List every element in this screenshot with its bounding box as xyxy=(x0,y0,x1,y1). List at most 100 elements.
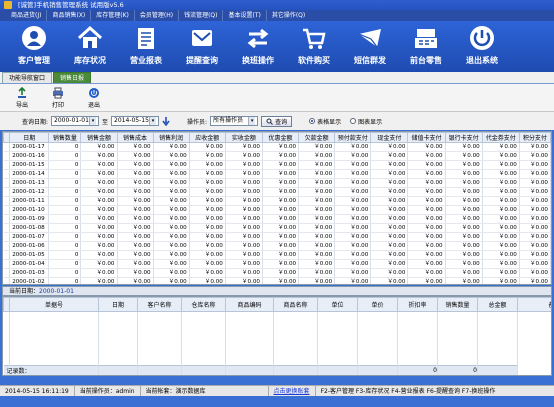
menu-item-0[interactable]: 商品进货(J) xyxy=(6,10,48,21)
table-row[interactable]: 2000-01-06 0 ￥0.00 ￥0.00 ￥0.00 ￥0.00 ￥0.00 ￥0.0… xyxy=(3,241,551,251)
table-cell: ￥0.00 xyxy=(153,277,190,284)
table-row[interactable]: 2000-01-17 0 ￥0.00 ￥0.00 ￥0.00 ￥0.00 ￥0.00 ￥0.0… xyxy=(3,142,551,152)
switch-account-link[interactable]: 点击更换账套 xyxy=(269,385,316,397)
date-to-picker[interactable]: 2014-05-15 ▾ xyxy=(111,116,160,126)
table-cell: ￥0.00 xyxy=(445,214,483,224)
print-button[interactable]: 打印 xyxy=(46,84,70,111)
empty-cell xyxy=(477,329,518,339)
app-icon xyxy=(4,1,12,9)
column-header[interactable]: 单据号 xyxy=(9,297,99,312)
query-button[interactable]: 查询 xyxy=(261,115,293,127)
detail-grid[interactable]: 单据号日期客户名称仓库名称商品编码商品名称单位单价折扣率销售数量总金额备注 记录… xyxy=(2,296,552,376)
table-row[interactable]: 2000-01-04 0 ￥0.00 ￥0.00 ￥0.00 ￥0.00 ￥0.00 ￥0.0… xyxy=(3,259,551,269)
column-header[interactable]: 现金支付 xyxy=(370,132,409,143)
report-nav-button[interactable]: 营业报表 xyxy=(118,21,174,72)
table-row[interactable]: 2000-01-03 0 ￥0.00 ￥0.00 ￥0.00 ￥0.00 ￥0.00 ￥0.0… xyxy=(3,268,551,278)
bell-nav-button[interactable]: 提醒查询 xyxy=(174,21,230,72)
column-header[interactable]: 日期 xyxy=(98,297,138,312)
menu-item-2[interactable]: 库存管理(K) xyxy=(91,10,135,21)
menu-item-3[interactable]: 会员管理(H) xyxy=(135,10,180,21)
column-header[interactable]: 商品名称 xyxy=(273,297,318,312)
column-header[interactable]: 销售成本 xyxy=(116,132,154,143)
table-row[interactable]: 2000-01-08 0 ￥0.00 ￥0.00 ￥0.00 ￥0.00 ￥0.00 ￥0.0… xyxy=(3,223,551,233)
house-nav-button[interactable]: 库存状况 xyxy=(62,21,118,72)
table-row[interactable]: 2000-01-10 0 ￥0.00 ￥0.00 ￥0.00 ￥0.00 ￥0.00 ￥0.0… xyxy=(3,205,551,215)
column-header[interactable]: 欠款金额 xyxy=(298,132,336,143)
table-cell: 2000-01-12 xyxy=(9,187,50,197)
daily-sales-grid[interactable]: 日期 销售数量 销售金额 销售成本 销售利润 应收金额 实收金额 优惠金额 欠款金额 预付款支付现… xyxy=(2,131,552,285)
table-row[interactable]: 2000-01-09 0 ￥0.00 ￥0.00 ￥0.00 ￥0.00 ￥0.00 ￥0.0… xyxy=(3,214,551,224)
record-count-amount: 0 xyxy=(437,365,478,375)
table-cell: ￥0.00 xyxy=(334,259,372,269)
column-header[interactable]: 仓库名称 xyxy=(181,297,226,312)
column-header[interactable]: 积分支付 xyxy=(518,132,551,143)
table-cell: 2000-01-02 xyxy=(9,277,50,284)
table-cell: 0 xyxy=(48,268,82,278)
column-header[interactable]: 日期 xyxy=(9,132,50,143)
table-cell: ￥0.00 xyxy=(153,178,190,188)
column-header[interactable]: 实收金额 xyxy=(224,132,263,143)
table-cell: ￥0.00 xyxy=(519,214,551,224)
column-header[interactable]: 应收金额 xyxy=(188,132,226,143)
chart-view-radio[interactable]: 图表显示 xyxy=(350,117,382,126)
table-cell: ￥0.00 xyxy=(445,151,483,161)
table-row[interactable]: 2000-01-16 0 ￥0.00 ￥0.00 ￥0.00 ￥0.00 ￥0.00 ￥0.0… xyxy=(3,151,551,161)
cart-nav-button[interactable]: 软件购买 xyxy=(286,21,342,72)
record-count-sales: 0 xyxy=(397,365,438,375)
column-header[interactable]: 销售数量 xyxy=(48,132,82,143)
table-row[interactable]: 2000-01-15 0 ￥0.00 ￥0.00 ￥0.00 ￥0.00 ￥0.00 ￥0.0… xyxy=(3,160,551,170)
column-header[interactable]: 客户名称 xyxy=(137,297,182,312)
column-header[interactable]: 销售数量 xyxy=(437,297,478,312)
arrow-down-icon[interactable] xyxy=(162,116,170,126)
menu-item-4[interactable]: 钱流管理(Q) xyxy=(179,10,224,21)
table-row[interactable]: 2000-01-11 0 ￥0.00 ￥0.00 ￥0.00 ￥0.00 ￥0.00 ￥0.0… xyxy=(3,196,551,206)
table-row[interactable]: 2000-01-02 0 ￥0.00 ￥0.00 ￥0.00 ￥0.00 ￥0.00 ￥0.0… xyxy=(3,277,551,284)
empty-cell xyxy=(357,338,398,348)
column-header[interactable]: 代金券支付 xyxy=(481,132,520,143)
column-header[interactable]: 备注 xyxy=(517,297,551,312)
exit-button[interactable]: 退出 xyxy=(82,84,106,111)
operator-select[interactable]: 所有操作员 ▾ xyxy=(210,116,259,126)
table-row[interactable]: 2000-01-05 0 ￥0.00 ￥0.00 ￥0.00 ￥0.00 ￥0.00 ￥0.0… xyxy=(3,250,551,260)
column-header[interactable]: 销售金额 xyxy=(80,132,118,143)
column-header[interactable]: 预付款支付 xyxy=(334,132,372,143)
table-cell: ￥0.00 xyxy=(189,250,226,260)
empty-cell xyxy=(397,356,438,366)
column-header[interactable]: 储值卡支付 xyxy=(407,132,446,143)
table-cell: ￥0.00 xyxy=(407,178,446,188)
menu-item-6[interactable]: 其它操作(Q) xyxy=(267,10,310,21)
column-header[interactable]: 单价 xyxy=(357,297,398,312)
column-header[interactable]: 优惠金额 xyxy=(261,132,300,143)
table-cell: ￥0.00 xyxy=(262,142,300,152)
envelope-nav-button[interactable]: 短信群发 xyxy=(342,21,398,72)
table-cell: ￥0.00 xyxy=(482,196,520,206)
column-header[interactable]: 销售利润 xyxy=(152,132,190,143)
empty-cell xyxy=(397,311,438,321)
menu-item-1[interactable]: 商品销售(X) xyxy=(47,10,92,21)
column-header[interactable]: 商品编码 xyxy=(225,297,274,312)
nav-button-label: 前台零售 xyxy=(410,56,442,65)
column-header[interactable]: 总金额 xyxy=(477,297,518,312)
date-from-picker[interactable]: 2000-01-01 ▾ xyxy=(51,116,100,126)
tab-daily-sales-report[interactable]: 销售日报 xyxy=(53,72,92,83)
person-nav-button[interactable]: 客户管理 xyxy=(6,21,62,72)
column-header[interactable]: 银行卡支付 xyxy=(444,132,483,143)
export-button[interactable]: 导出 xyxy=(10,84,34,111)
column-header[interactable]: 折扣率 xyxy=(397,297,438,312)
empty-cell xyxy=(98,365,138,375)
table-cell: ￥0.00 xyxy=(189,160,226,170)
power-nav-button[interactable]: 退出系统 xyxy=(454,21,510,72)
table-view-radio[interactable]: 表格显示 xyxy=(309,117,341,126)
table-cell: 2000-01-15 xyxy=(9,160,50,170)
table-row[interactable]: 2000-01-07 0 ￥0.00 ￥0.00 ￥0.00 ￥0.00 ￥0.00 ￥0.0… xyxy=(3,232,551,242)
column-header[interactable]: 单位 xyxy=(317,297,358,312)
table-cell: ￥0.00 xyxy=(262,223,300,233)
table-row[interactable]: 2000-01-13 0 ￥0.00 ￥0.00 ￥0.00 ￥0.00 ￥0.00 ￥0.0… xyxy=(3,178,551,188)
table-row[interactable]: 2000-01-12 0 ￥0.00 ￥0.00 ￥0.00 ￥0.00 ￥0.00 ￥0.0… xyxy=(3,187,551,197)
table-cell: ￥0.00 xyxy=(189,268,226,278)
cash-register-nav-button[interactable]: 前台零售 xyxy=(398,21,454,72)
table-row[interactable]: 2000-01-14 0 ￥0.00 ￥0.00 ￥0.00 ￥0.00 ￥0.00 ￥0.0… xyxy=(3,169,551,179)
menu-item-5[interactable]: 基本设置(T) xyxy=(223,10,267,21)
tab-navigation-window[interactable]: 功能导航窗口 xyxy=(2,72,53,83)
swap-nav-button[interactable]: 换班操作 xyxy=(230,21,286,72)
